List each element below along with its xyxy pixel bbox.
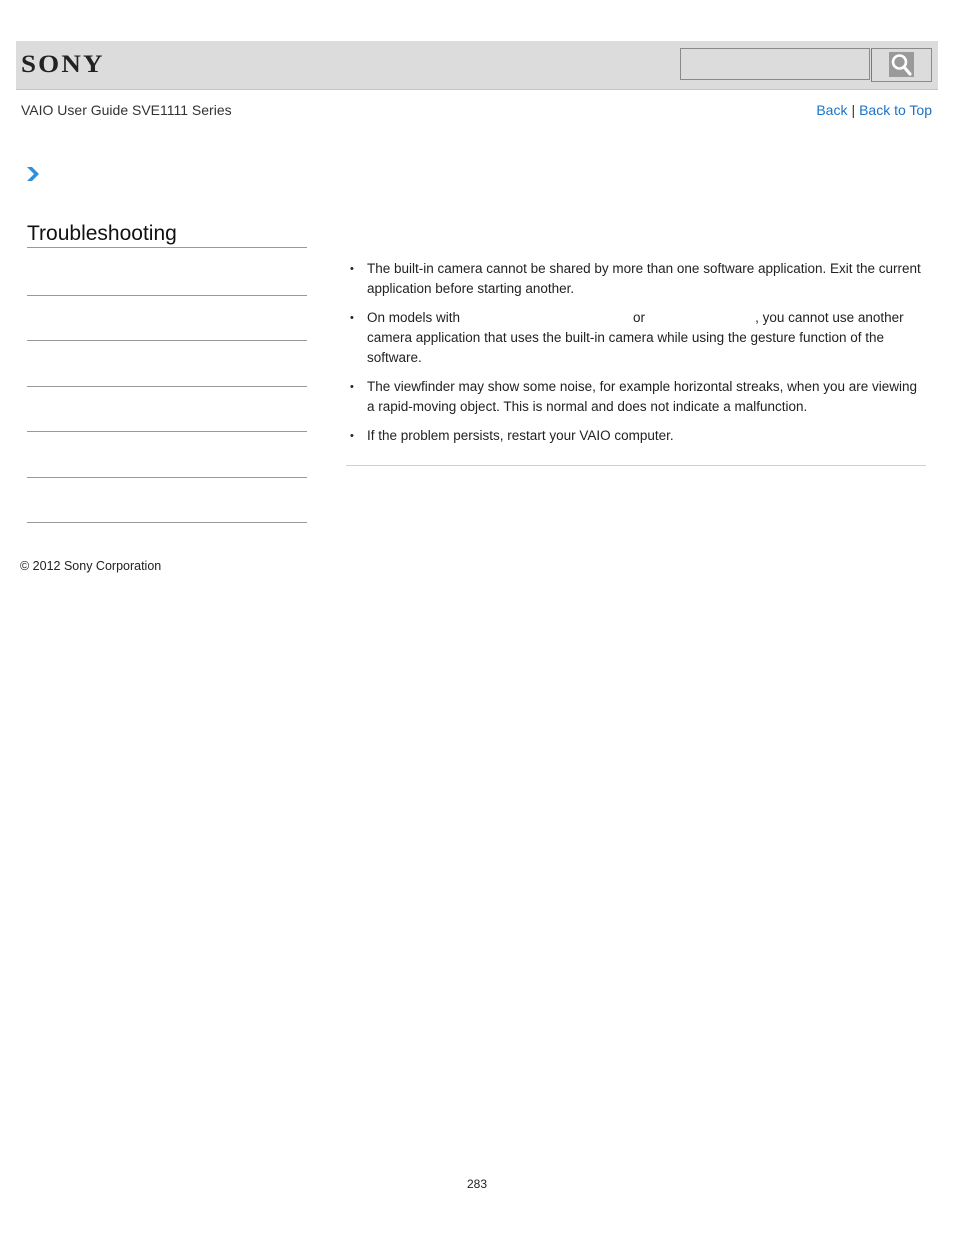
back-link[interactable]: Back [816, 102, 847, 118]
list-item-text-prefix: On models with [367, 310, 461, 325]
search-button[interactable] [871, 48, 932, 82]
bullet-icon: • [350, 381, 354, 393]
list-item-text: If the problem persists, restart your VA… [367, 428, 674, 443]
sidebar-item[interactable] [27, 386, 307, 387]
sidebar-item[interactable] [27, 431, 307, 432]
list-item: • On models with or, you cannot use anoth… [346, 308, 926, 368]
guide-title: VAIO User Guide SVE1111 Series [21, 102, 232, 118]
sidebar-title: Troubleshooting [27, 222, 307, 248]
list-item: • The built-in camera cannot be shared b… [346, 259, 926, 299]
list-item-text: The built-in camera cannot be shared by … [367, 261, 921, 296]
bullet-icon: • [350, 430, 354, 442]
note-list: • The built-in camera cannot be shared b… [346, 259, 926, 446]
list-item-text-middle: or [633, 310, 646, 325]
copyright: © 2012 Sony Corporation [20, 559, 162, 573]
search-icon [889, 52, 914, 77]
list-item: • If the problem persists, restart your … [346, 426, 926, 446]
back-to-top-link[interactable]: Back to Top [859, 102, 932, 118]
search-input[interactable] [680, 48, 870, 80]
list-item-text: The viewfinder may show some noise, for … [367, 379, 918, 414]
sidebar-item[interactable] [27, 295, 307, 296]
bullet-icon: • [350, 312, 354, 324]
sony-logo[interactable]: SONY [21, 51, 105, 79]
content-body: • The built-in camera cannot be shared b… [346, 259, 926, 455]
sidebar-item[interactable] [27, 477, 307, 478]
chevron-right-icon[interactable] [26, 166, 40, 182]
content-divider [346, 465, 926, 466]
bullet-icon: • [350, 263, 354, 275]
sidebar-item[interactable] [27, 340, 307, 341]
sidebar-item[interactable] [27, 522, 307, 523]
page-number: 283 [466, 1177, 488, 1191]
nav-separator: | [851, 102, 856, 118]
top-nav: Back | Back to Top [816, 102, 932, 118]
list-item: • The viewfinder may show some noise, fo… [346, 377, 926, 417]
